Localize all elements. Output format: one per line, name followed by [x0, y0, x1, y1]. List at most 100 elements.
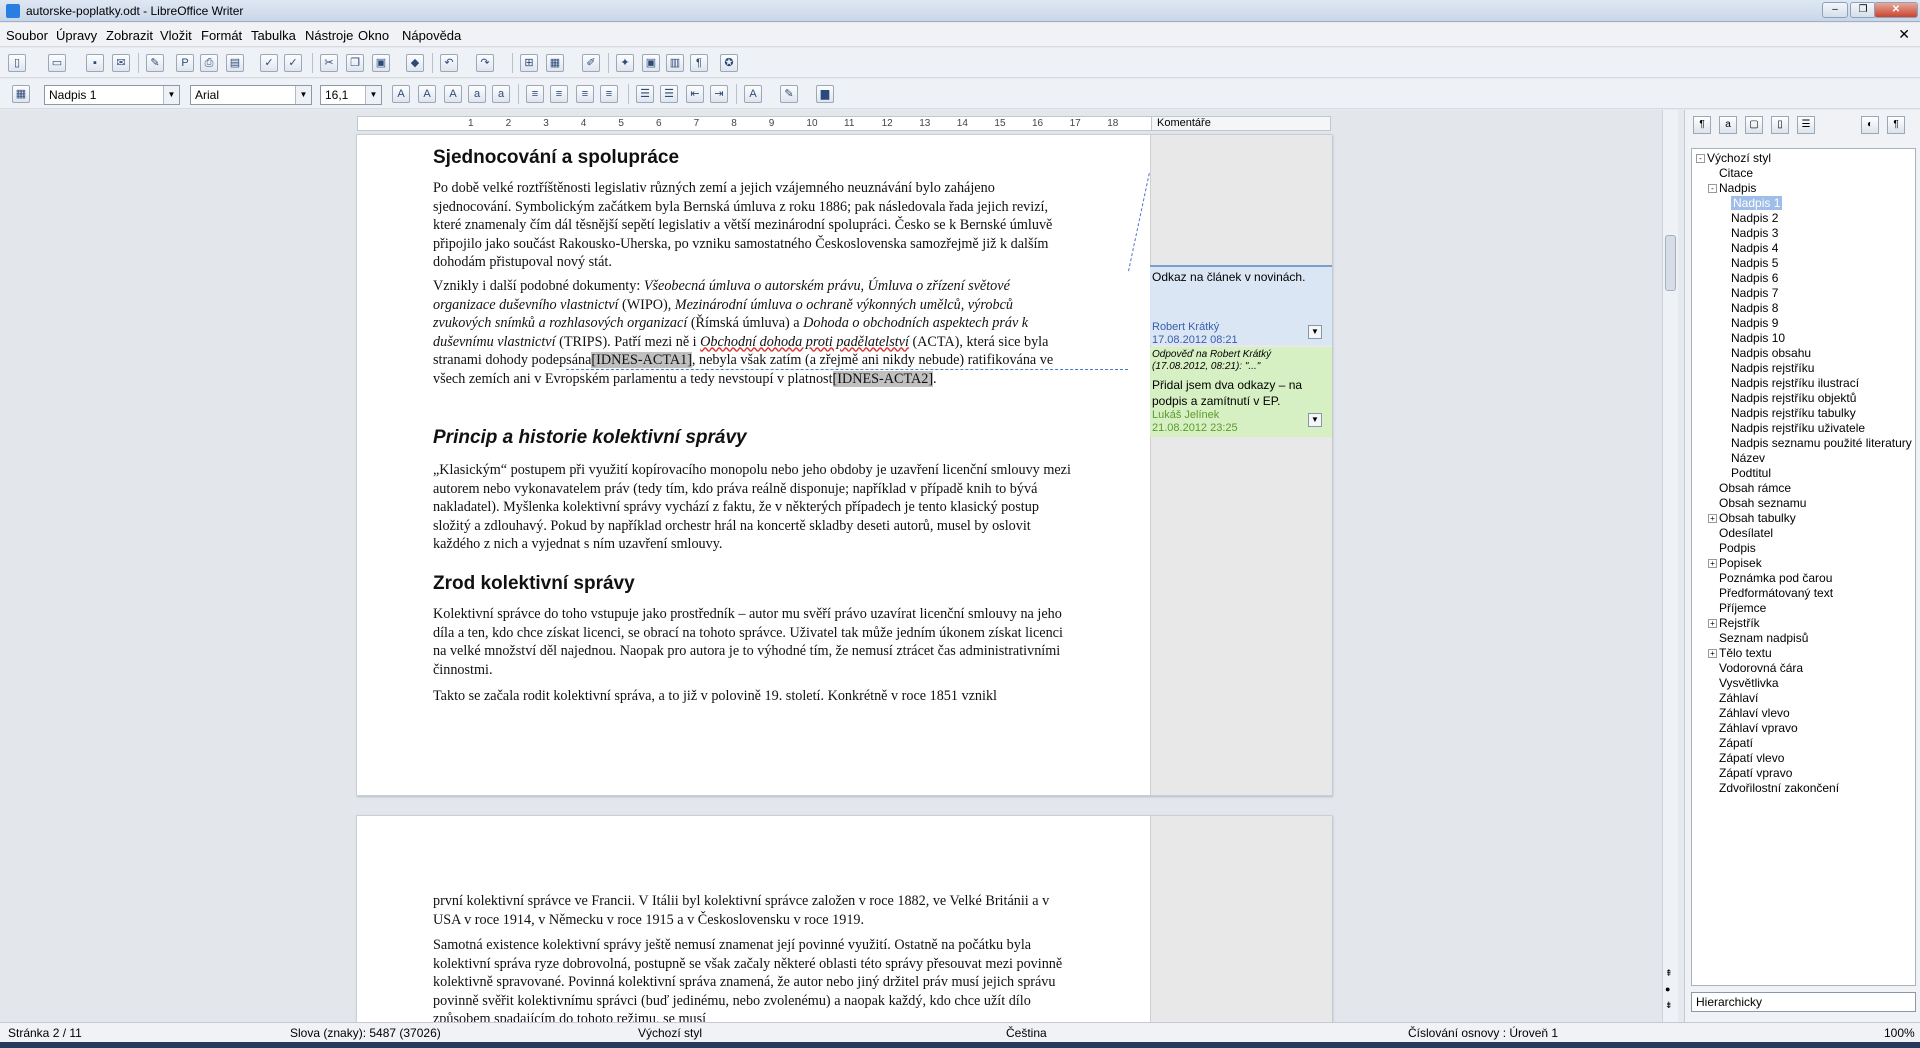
subscript-icon[interactable]: a	[492, 85, 510, 103]
style-tree-item[interactable]: Nadpis rejstříku objektů	[1731, 391, 1856, 406]
style-tree-item[interactable]: Záhlaví	[1719, 691, 1758, 706]
hyperlink-icon[interactable]: ⊞	[520, 54, 538, 72]
minimize-button[interactable]: –	[1822, 2, 1848, 18]
paragraph-2[interactable]: Vznikly i další podobné dokumenty: Všeob…	[433, 277, 1073, 388]
style-tree-item[interactable]: Nadpis 10	[1731, 331, 1785, 346]
close-document-icon[interactable]: ✕	[1898, 26, 1910, 43]
menu-format[interactable]: Formát	[201, 28, 242, 43]
justify-icon[interactable]: ≡	[600, 85, 618, 103]
style-tree-item[interactable]: Vysvětlivka	[1719, 676, 1779, 691]
character-styles-icon[interactable]: a	[1719, 116, 1737, 134]
bold-icon[interactable]: A	[392, 85, 410, 103]
style-tree-item[interactable]: + Rejstřík	[1708, 616, 1760, 631]
expand-icon[interactable]: +	[1708, 514, 1717, 523]
expand-icon[interactable]: +	[1708, 619, 1717, 628]
style-tree-item[interactable]: + Tělo textu	[1708, 646, 1772, 661]
style-tree-item[interactable]: + Popisek	[1708, 556, 1762, 571]
save-icon[interactable]: ▪	[86, 54, 104, 72]
table-icon[interactable]: ▦	[546, 54, 564, 72]
menu-okno[interactable]: Okno	[358, 28, 389, 43]
style-tree-item[interactable]: Příjemce	[1719, 601, 1766, 616]
menu-soubor[interactable]: Soubor	[6, 28, 48, 43]
style-tree-item[interactable]: + Obsah tabulky	[1708, 511, 1796, 526]
paragraph-7[interactable]: Samotná existence kolektivní správy ješt…	[433, 936, 1073, 1029]
heading-zrod[interactable]: Zrod kolektivní správy	[433, 573, 635, 595]
bullets-icon[interactable]: ☰	[660, 85, 678, 103]
styles-filter-combo[interactable]: Hierarchicky	[1691, 992, 1916, 1012]
spellcheck-icon[interactable]: ✓	[260, 54, 278, 72]
redo-icon[interactable]: ↷	[476, 54, 494, 72]
underline-icon[interactable]: A	[444, 85, 462, 103]
next-page-icon[interactable]: ⇟	[1665, 1000, 1673, 1011]
style-tree-item[interactable]: Nadpis 4	[1731, 241, 1778, 256]
style-tree-item[interactable]: Obsah rámce	[1719, 481, 1791, 496]
comment-menu-icon[interactable]: ▼	[1308, 325, 1322, 339]
style-tree-item[interactable]: Nadpis 2	[1731, 211, 1778, 226]
align-right-icon[interactable]: ≡	[576, 85, 594, 103]
style-tree-item[interactable]: Nadpis 1	[1731, 196, 1783, 211]
style-tree-item[interactable]: Seznam nadpisů	[1719, 631, 1808, 646]
styles-tree[interactable]: - Výchozí styl Citace - Nadpis Nadpis 1 Nadpis…	[1691, 148, 1916, 986]
style-tree-item[interactable]: Záhlaví vpravo	[1719, 721, 1798, 736]
comment-menu-icon[interactable]: ▼	[1308, 413, 1322, 427]
paste-icon[interactable]: ▣	[372, 54, 390, 72]
email-icon[interactable]: ✉	[112, 54, 130, 72]
style-tree-item[interactable]: Zápatí vlevo	[1719, 751, 1784, 766]
vertical-scrollbar[interactable]: ⇞ ● ⇟	[1662, 110, 1678, 1022]
style-tree-item[interactable]: Nadpis rejstříku tabulky	[1731, 406, 1856, 421]
paragraph-4[interactable]: Kolektivní správce do toho vstupuje jako…	[433, 605, 1073, 679]
zoom-value[interactable]: 100%	[1884, 1026, 1915, 1040]
paragraph-6[interactable]: první kolektivní správce ve Francii. V I…	[433, 892, 1073, 929]
previous-page-icon[interactable]: ⇞	[1665, 968, 1673, 979]
menu-upravy[interactable]: Úpravy	[56, 28, 97, 43]
word-count[interactable]: Slova (znaky): 5487 (37026)	[290, 1026, 441, 1040]
style-tree-item[interactable]: Zdvořilostní zakončení	[1719, 781, 1839, 796]
style-tree-item[interactable]: Název	[1731, 451, 1765, 466]
print-preview-icon[interactable]: ▤	[226, 54, 244, 72]
clone-formatting-icon[interactable]: ◆	[406, 54, 424, 72]
scrollbar-thumb[interactable]	[1665, 235, 1676, 291]
superscript-icon[interactable]: a	[468, 85, 486, 103]
open-icon[interactable]: ▭	[48, 54, 66, 72]
style-tree-item[interactable]: Nadpis 9	[1731, 316, 1778, 331]
fill-format-icon[interactable]: ◐	[1861, 116, 1879, 134]
background-color-icon[interactable]: ▆	[816, 85, 834, 103]
chevron-down-icon[interactable]: ▼	[365, 86, 381, 104]
heading-princip[interactable]: Princip a historie kolektivní správy	[433, 427, 747, 449]
comments-ruler-label[interactable]: Komentáře	[1151, 116, 1331, 131]
paragraph-1[interactable]: Po době velké roztříštěnosti legislativ …	[433, 179, 1073, 272]
undo-icon[interactable]: ↶	[440, 54, 458, 72]
style-tree-item[interactable]: Nadpis seznamu použité literatury	[1731, 436, 1912, 451]
language[interactable]: Čeština	[1006, 1026, 1047, 1040]
style-tree-item[interactable]: Obsah seznamu	[1719, 496, 1806, 511]
expand-icon[interactable]: +	[1708, 649, 1717, 658]
style-tree-item[interactable]: Nadpis 5	[1731, 256, 1778, 271]
expand-icon[interactable]: +	[1708, 559, 1717, 568]
style-tree-item[interactable]: - Výchozí styl	[1696, 151, 1771, 166]
align-center-icon[interactable]: ≡	[550, 85, 568, 103]
reply-comment-card[interactable]: Odpověď na Robert Krátký (17.08.2012, 08…	[1150, 347, 1332, 437]
styles-formatting-icon[interactable]: ▦	[12, 85, 30, 103]
page-styles-icon[interactable]: ▯	[1771, 116, 1789, 134]
copy-icon[interactable]: ❐	[346, 54, 364, 72]
help-icon[interactable]: ✪	[720, 54, 738, 72]
chevron-down-icon[interactable]: ▼	[295, 86, 311, 104]
autospellcheck-icon[interactable]: ✓	[284, 54, 302, 72]
paragraph-styles-icon[interactable]: ¶	[1693, 116, 1711, 134]
style-tree-item[interactable]: Poznámka pod čarou	[1719, 571, 1832, 586]
paragraph-5[interactable]: Takto se začala rodit kolektivní správa,…	[433, 687, 1073, 706]
reference-field-acta1[interactable]: [IDNES-ACTA1]	[591, 352, 692, 368]
align-left-icon[interactable]: ≡	[526, 85, 544, 103]
gallery-icon[interactable]: ▣	[642, 54, 660, 72]
style-tree-item[interactable]: Odesílatel	[1719, 526, 1773, 541]
style-tree-item[interactable]: Nadpis rejstříku ilustrací	[1731, 376, 1859, 391]
style-tree-item[interactable]: Nadpis obsahu	[1731, 346, 1811, 361]
style-tree-item[interactable]: Citace	[1719, 166, 1753, 181]
print-icon[interactable]: ⎙	[200, 54, 218, 72]
style-tree-item[interactable]: Zápatí	[1719, 736, 1753, 751]
heading-sjednocovani[interactable]: Sjednocování a spolupráce	[433, 147, 679, 169]
numbering-icon[interactable]: ☰	[636, 85, 654, 103]
style-tree-item[interactable]: Vodorovná čára	[1719, 661, 1803, 676]
page-count[interactable]: Stránka 2 / 11	[8, 1026, 82, 1040]
navigation-icon[interactable]: ●	[1665, 984, 1670, 994]
